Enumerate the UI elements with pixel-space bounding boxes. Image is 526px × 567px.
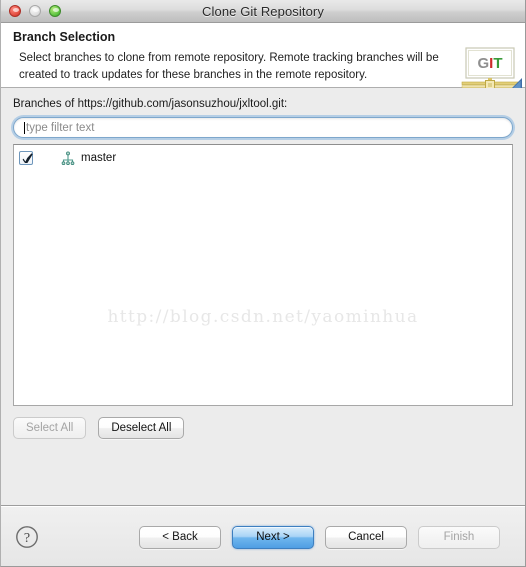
close-button-icon[interactable] [9, 5, 21, 17]
cancel-button[interactable]: Cancel [325, 525, 407, 549]
filter-input[interactable]: type filter text [13, 117, 513, 138]
wizard-content: Branches of https://github.com/jasonsuzh… [1, 88, 525, 505]
branch-list[interactable]: master http://blog.csdn.net/yaominhua [13, 144, 513, 406]
finish-button[interactable]: Finish [418, 525, 500, 549]
svg-text:?: ? [24, 531, 30, 546]
watermark-text: http://blog.csdn.net/yaominhua [107, 307, 419, 327]
checkmark-icon [22, 152, 33, 163]
wizard-header: Branch Selection Select branches to clon… [1, 23, 525, 92]
select-all-button[interactable]: Select All [13, 417, 87, 439]
window-controls [9, 5, 61, 17]
page-description: Select branches to clone from remote rep… [19, 52, 439, 81]
zoom-button-icon[interactable] [49, 5, 61, 17]
git-banner-icon: GIT [461, 47, 522, 92]
help-question-icon[interactable]: ? [15, 525, 39, 549]
filter-placeholder-text: type filter text [26, 121, 95, 134]
branch-checkbox[interactable] [19, 150, 33, 165]
navigation-button-group: < Back Next > Cancel Finish [139, 525, 500, 549]
minimize-button-icon[interactable] [29, 5, 41, 17]
list-item[interactable]: master [14, 148, 512, 167]
window-titlebar[interactable]: Clone Git Repository [1, 0, 525, 23]
deselect-all-button[interactable]: Deselect All [98, 417, 185, 439]
next-button[interactable]: Next > [232, 525, 314, 549]
text-caret [24, 121, 25, 134]
clone-git-repository-dialog: Clone Git Repository Branch Selection Se… [0, 0, 526, 567]
branch-name: master [81, 151, 117, 164]
wizard-footer: ? < Back Next > Cancel Finish [1, 506, 525, 566]
back-button[interactable]: < Back [139, 525, 221, 549]
page-title: Branch Selection [13, 30, 116, 44]
svg-text:GIT: GIT [477, 55, 502, 72]
branches-label: Branches of https://github.com/jasonsuzh… [13, 98, 288, 110]
window-title: Clone Git Repository [202, 3, 324, 19]
selection-button-group: Select All Deselect All [13, 417, 513, 439]
git-branch-icon [61, 150, 75, 165]
